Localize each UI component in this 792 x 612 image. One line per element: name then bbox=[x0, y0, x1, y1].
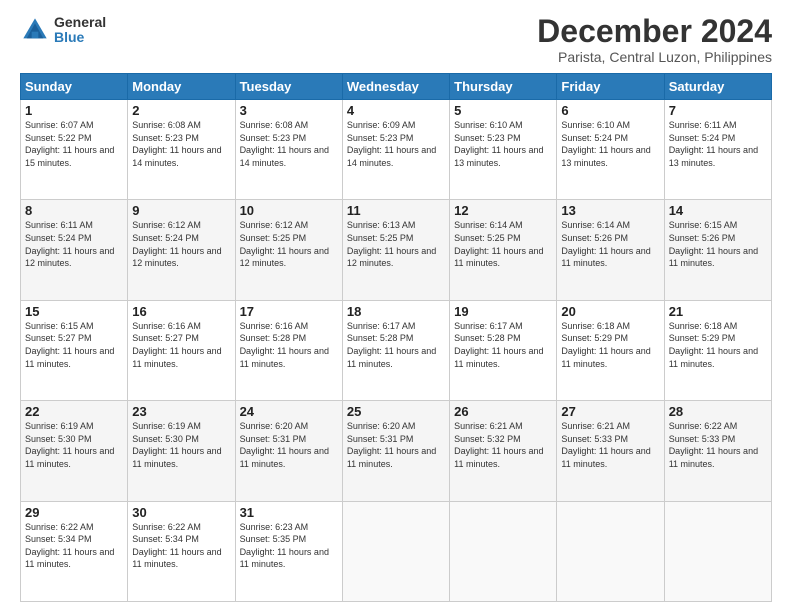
logo-icon bbox=[20, 15, 50, 45]
day-8: 8 Sunrise: 6:11 AMSunset: 5:24 PMDayligh… bbox=[21, 200, 128, 300]
calendar-header-row: Sunday Monday Tuesday Wednesday Thursday… bbox=[21, 74, 772, 100]
logo: General Blue bbox=[20, 15, 106, 46]
day-9: 9 Sunrise: 6:12 AMSunset: 5:24 PMDayligh… bbox=[128, 200, 235, 300]
day-21: 21 Sunrise: 6:18 AMSunset: 5:29 PMDaylig… bbox=[664, 300, 771, 400]
day-11: 11 Sunrise: 6:13 AMSunset: 5:25 PMDaylig… bbox=[342, 200, 449, 300]
header-wednesday: Wednesday bbox=[342, 74, 449, 100]
day-1: 1 Sunrise: 6:07 AMSunset: 5:22 PMDayligh… bbox=[21, 100, 128, 200]
day-29: 29 Sunrise: 6:22 AMSunset: 5:34 PMDaylig… bbox=[21, 501, 128, 601]
day-18: 18 Sunrise: 6:17 AMSunset: 5:28 PMDaylig… bbox=[342, 300, 449, 400]
calendar-week-3: 15 Sunrise: 6:15 AMSunset: 5:27 PMDaylig… bbox=[21, 300, 772, 400]
day-26: 26 Sunrise: 6:21 AMSunset: 5:32 PMDaylig… bbox=[450, 401, 557, 501]
header-tuesday: Tuesday bbox=[235, 74, 342, 100]
day-15: 15 Sunrise: 6:15 AMSunset: 5:27 PMDaylig… bbox=[21, 300, 128, 400]
day-6: 6 Sunrise: 6:10 AMSunset: 5:24 PMDayligh… bbox=[557, 100, 664, 200]
header-sunday: Sunday bbox=[21, 74, 128, 100]
logo-general-text: General bbox=[54, 15, 106, 30]
day-16: 16 Sunrise: 6:16 AMSunset: 5:27 PMDaylig… bbox=[128, 300, 235, 400]
header-thursday: Thursday bbox=[450, 74, 557, 100]
day-25: 25 Sunrise: 6:20 AMSunset: 5:31 PMDaylig… bbox=[342, 401, 449, 501]
empty-2 bbox=[450, 501, 557, 601]
month-title: December 2024 bbox=[537, 15, 772, 47]
location: Parista, Central Luzon, Philippines bbox=[537, 49, 772, 65]
day-17: 17 Sunrise: 6:16 AMSunset: 5:28 PMDaylig… bbox=[235, 300, 342, 400]
day-31: 31 Sunrise: 6:23 AMSunset: 5:35 PMDaylig… bbox=[235, 501, 342, 601]
day-14: 14 Sunrise: 6:15 AMSunset: 5:26 PMDaylig… bbox=[664, 200, 771, 300]
day-30: 30 Sunrise: 6:22 AMSunset: 5:34 PMDaylig… bbox=[128, 501, 235, 601]
day-2: 2 Sunrise: 6:08 AMSunset: 5:23 PMDayligh… bbox=[128, 100, 235, 200]
day-5: 5 Sunrise: 6:10 AMSunset: 5:23 PMDayligh… bbox=[450, 100, 557, 200]
calendar-week-4: 22 Sunrise: 6:19 AMSunset: 5:30 PMDaylig… bbox=[21, 401, 772, 501]
day-23: 23 Sunrise: 6:19 AMSunset: 5:30 PMDaylig… bbox=[128, 401, 235, 501]
calendar-week-5: 29 Sunrise: 6:22 AMSunset: 5:34 PMDaylig… bbox=[21, 501, 772, 601]
empty-1 bbox=[342, 501, 449, 601]
logo-blue-text: Blue bbox=[54, 30, 106, 45]
header-monday: Monday bbox=[128, 74, 235, 100]
empty-3 bbox=[557, 501, 664, 601]
day-27: 27 Sunrise: 6:21 AMSunset: 5:33 PMDaylig… bbox=[557, 401, 664, 501]
day-13: 13 Sunrise: 6:14 AMSunset: 5:26 PMDaylig… bbox=[557, 200, 664, 300]
calendar-week-1: 1 Sunrise: 6:07 AMSunset: 5:22 PMDayligh… bbox=[21, 100, 772, 200]
day-12: 12 Sunrise: 6:14 AMSunset: 5:25 PMDaylig… bbox=[450, 200, 557, 300]
empty-4 bbox=[664, 501, 771, 601]
day-3: 3 Sunrise: 6:08 AMSunset: 5:23 PMDayligh… bbox=[235, 100, 342, 200]
day-22: 22 Sunrise: 6:19 AMSunset: 5:30 PMDaylig… bbox=[21, 401, 128, 501]
day-24: 24 Sunrise: 6:20 AMSunset: 5:31 PMDaylig… bbox=[235, 401, 342, 501]
day-19: 19 Sunrise: 6:17 AMSunset: 5:28 PMDaylig… bbox=[450, 300, 557, 400]
header-saturday: Saturday bbox=[664, 74, 771, 100]
page-header: General Blue December 2024 Parista, Cent… bbox=[20, 15, 772, 65]
day-28: 28 Sunrise: 6:22 AMSunset: 5:33 PMDaylig… bbox=[664, 401, 771, 501]
calendar-week-2: 8 Sunrise: 6:11 AMSunset: 5:24 PMDayligh… bbox=[21, 200, 772, 300]
day-20: 20 Sunrise: 6:18 AMSunset: 5:29 PMDaylig… bbox=[557, 300, 664, 400]
header-friday: Friday bbox=[557, 74, 664, 100]
calendar-table: Sunday Monday Tuesday Wednesday Thursday… bbox=[20, 73, 772, 602]
day-7: 7 Sunrise: 6:11 AMSunset: 5:24 PMDayligh… bbox=[664, 100, 771, 200]
day-4: 4 Sunrise: 6:09 AMSunset: 5:23 PMDayligh… bbox=[342, 100, 449, 200]
title-section: December 2024 Parista, Central Luzon, Ph… bbox=[537, 15, 772, 65]
day-10: 10 Sunrise: 6:12 AMSunset: 5:25 PMDaylig… bbox=[235, 200, 342, 300]
